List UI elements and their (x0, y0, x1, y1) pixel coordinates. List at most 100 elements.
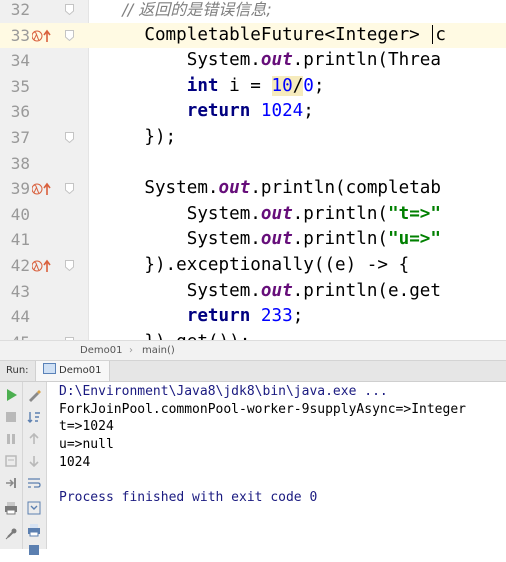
breadcrumb: Demo01 › main() (0, 340, 506, 361)
code-token: out (260, 280, 293, 301)
code-line[interactable]: 34 System.out.println(Threa (0, 48, 506, 74)
code-token: System. (102, 229, 261, 250)
code-token: ; (313, 75, 325, 96)
code-token: return (186, 306, 251, 327)
code-token: 10 (271, 75, 293, 96)
code-line[interactable]: 32 // 返回的是错误信息; (0, 0, 506, 23)
pause-icon[interactable] (3, 431, 19, 447)
code-token: out (260, 203, 293, 224)
console-output[interactable]: D:\Environment\Java8\jdk8\bin\java.exe .… (47, 382, 506, 549)
pin-icon[interactable] (3, 526, 19, 542)
line-number: 35 (10, 76, 30, 96)
lambda-override-marker-icon[interactable]: λ (31, 176, 54, 202)
clear-all-icon[interactable] (26, 542, 42, 558)
line-number: 45 (0, 330, 30, 340)
line-number: 43 (10, 281, 30, 301)
code-text: }); (102, 125, 176, 151)
console-line: 1024 (59, 455, 91, 470)
code-text: return 1024; (102, 99, 314, 125)
code-token: out (218, 178, 251, 199)
code-token: System. (102, 50, 261, 71)
code-token: 0 (303, 75, 314, 96)
code-token: "t=>" (388, 203, 441, 224)
code-token: CompletableFuture<Integer> (102, 24, 431, 45)
fold-marker-icon[interactable] (65, 4, 74, 15)
console-line: u=>null (59, 437, 114, 452)
code-line[interactable]: 38 (0, 151, 506, 177)
code-token: // 返回的是错误信息; (102, 0, 272, 19)
run-tab-label: Demo01 (59, 365, 102, 376)
line-number: 38 (10, 153, 30, 173)
code-token: .println(completab (250, 178, 441, 199)
code-token: System. (102, 280, 261, 301)
code-text: CompletableFuture<Integer> c (102, 23, 446, 49)
soft-wrap-icon[interactable] (26, 475, 42, 491)
stop-icon[interactable] (3, 409, 19, 425)
code-token: .println(Threa (292, 50, 441, 71)
breadcrumb-method[interactable]: main() (142, 341, 175, 360)
code-token: i = (218, 75, 272, 96)
code-line[interactable]: 33 λ CompletableFuture<Integer> c (0, 22, 506, 49)
code-token: .println( (292, 229, 389, 250)
code-token: }).exceptionally((e) -> { (102, 254, 410, 275)
code-token: .println( (292, 203, 389, 224)
print-icon[interactable] (3, 500, 19, 516)
code-token: 1024 (260, 101, 304, 122)
code-line[interactable]: 36 return 1024; (0, 99, 506, 125)
code-text: }).get()); (102, 330, 250, 340)
code-editor[interactable]: 32 // 返回的是错误信息; 33 λ CompletableFuture<Int… (0, 0, 506, 340)
console-line-exit: Process finished with exit code 0 (59, 490, 318, 505)
code-line[interactable]: 39 λ System.out.println(completab (0, 176, 506, 202)
down-arrow-icon[interactable] (26, 453, 42, 469)
line-number: 32 (10, 0, 30, 19)
code-text: System.out.println("t=>" (102, 202, 441, 228)
run-tab-demo01[interactable]: Demo01 (35, 361, 111, 381)
line-number: 33 (0, 22, 30, 49)
code-token: int (186, 75, 219, 96)
line-number: 39 (10, 179, 30, 199)
code-token: System. (102, 203, 261, 224)
fold-marker-icon[interactable] (65, 183, 74, 195)
edit-config-icon[interactable] (26, 387, 42, 403)
code-text: }).exceptionally((e) -> { (102, 253, 409, 279)
run-toolbar-right (23, 382, 47, 555)
code-line[interactable]: 41 System.out.println("u=>" (0, 227, 506, 253)
fold-marker-icon[interactable] (65, 131, 74, 143)
line-number: 40 (10, 204, 30, 224)
code-token: System. (102, 178, 219, 199)
sort-icon[interactable] (26, 409, 42, 425)
console-line-command: D:\Environment\Java8\jdk8\bin\java.exe .… (59, 384, 388, 399)
code-text: System.out.println(completab (102, 176, 441, 202)
fold-marker-icon[interactable] (65, 29, 74, 41)
code-line[interactable]: 43 System.out.println(e.get (0, 279, 506, 305)
code-text: System.out.println(e.get (102, 279, 441, 305)
code-text: // 返回的是错误信息; (102, 0, 272, 23)
rerun-icon[interactable] (3, 387, 19, 403)
code-line[interactable]: 40 System.out.println("t=>" (0, 202, 506, 228)
console-line: ForkJoinPool.commonPool-worker-9supplyAs… (59, 402, 466, 417)
code-line[interactable]: 35 int i = 10/0; (0, 74, 506, 100)
code-line[interactable]: 44 return 233; (0, 304, 506, 330)
scroll-to-end-icon[interactable] (26, 500, 42, 516)
code-token: .println(e.get (292, 280, 441, 301)
fold-marker-icon[interactable] (65, 259, 74, 271)
code-line[interactable]: 42 λ }).exceptionally((e) -> { (0, 253, 506, 279)
printer-icon[interactable] (26, 522, 42, 538)
code-line[interactable]: 45 }).get()); (0, 330, 506, 340)
line-number: 44 (10, 307, 30, 327)
lambda-override-marker-icon[interactable]: λ (31, 253, 54, 279)
code-token: / (292, 75, 304, 96)
up-arrow-icon[interactable] (26, 431, 42, 447)
restore-layout-icon[interactable] (3, 475, 19, 491)
dump-threads-icon[interactable] (3, 453, 19, 469)
run-toolbar-left (0, 382, 23, 549)
code-text: return 233; (102, 304, 304, 330)
code-token: ; (303, 101, 314, 122)
run-label: Run: (6, 365, 29, 376)
lambda-override-marker-icon[interactable]: λ (31, 22, 54, 49)
code-line[interactable]: 37 }); (0, 125, 506, 151)
line-number: 41 (10, 230, 30, 250)
code-text: System.out.println("u=>" (102, 227, 441, 253)
breadcrumb-class[interactable]: Demo01 (80, 341, 122, 360)
